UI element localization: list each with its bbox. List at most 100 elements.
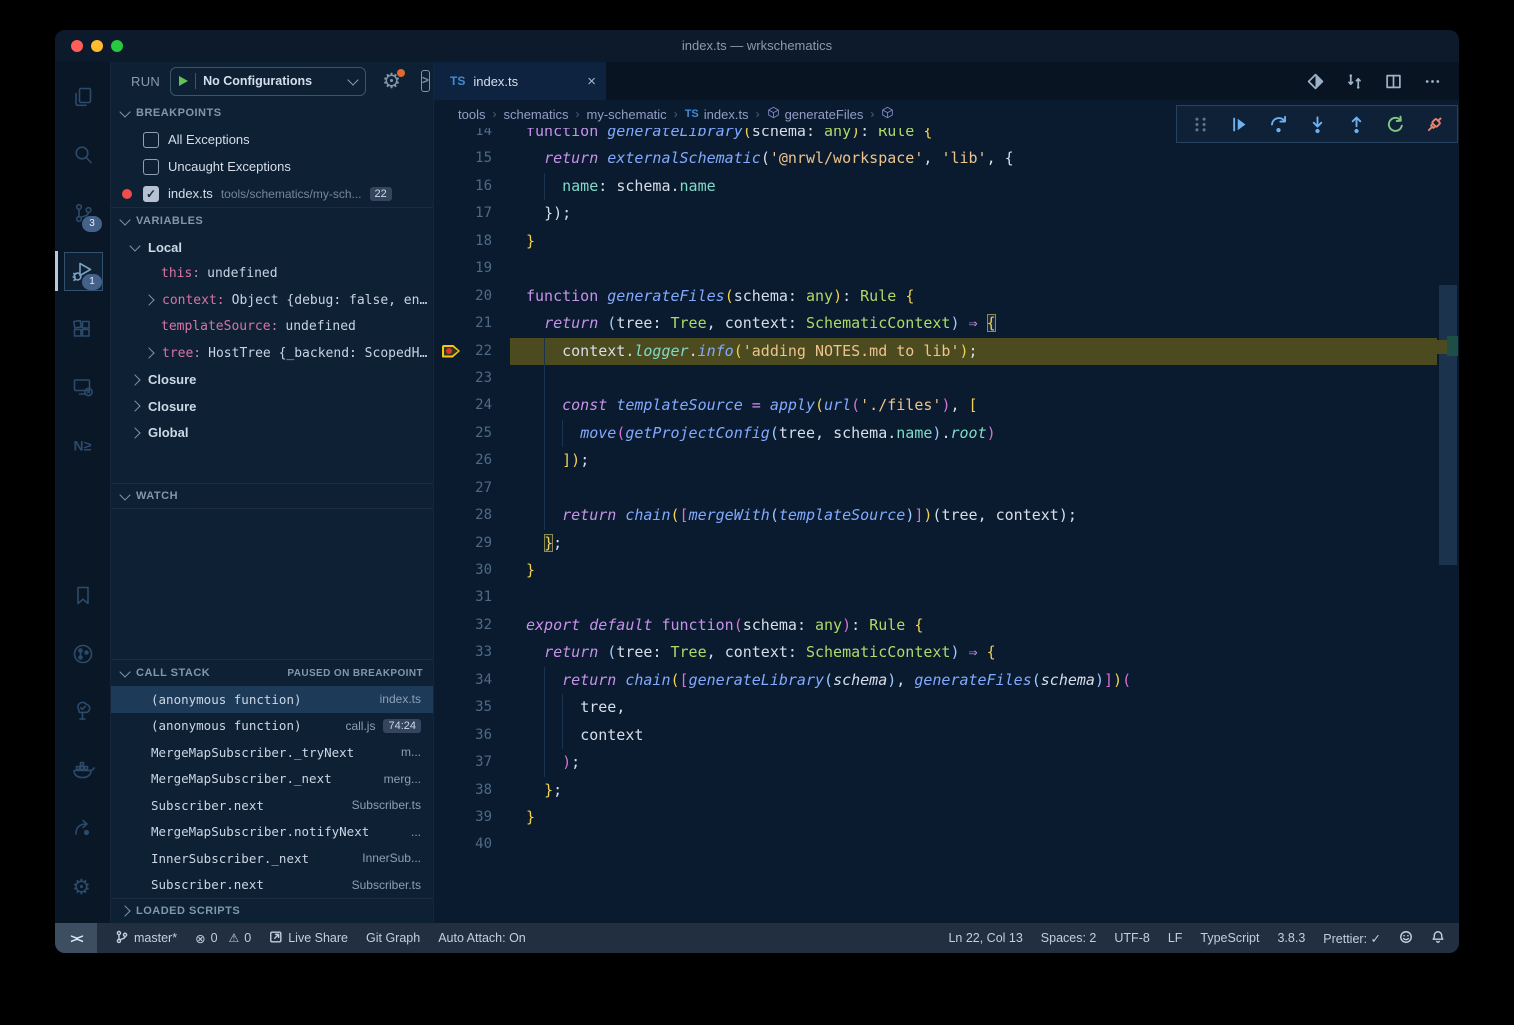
line-number-gutter[interactable]: 35 [434,694,510,721]
watch-section-header[interactable]: WATCH [111,483,433,509]
start-debug-icon[interactable] [179,76,188,86]
git-graph-status[interactable]: Git Graph [366,923,420,953]
line-number-gutter[interactable]: 29 [434,530,510,557]
code-editor[interactable]: 14function generateLibrary(schema: any):… [434,128,1459,923]
step-into-button[interactable] [1302,110,1332,138]
variable-scope-row[interactable]: Closure [111,393,433,420]
git-branch[interactable]: master* [115,923,177,953]
line-number-gutter[interactable]: 28 [434,502,510,529]
breakpoint-row[interactable]: All Exceptions [111,126,433,153]
call-stack-frame[interactable]: MergeMapSubscriber._tryNextm... [111,739,433,766]
loaded-scripts-section-header[interactable]: LOADED SCRIPTS [111,898,433,923]
bookmarks-icon[interactable] [55,567,110,625]
breadcrumb-item[interactable]: tools [458,107,485,122]
breadcrumb-item[interactable]: TSindex.ts [685,107,749,122]
variables-section-header[interactable]: VARIABLES [111,207,433,234]
variable-scope-row[interactable]: Global [111,420,433,447]
line-number-gutter[interactable]: 38 [434,777,510,804]
language-mode[interactable]: TypeScript [1200,923,1259,953]
line-number-gutter[interactable]: 32 [434,612,510,639]
docker-icon[interactable] [55,741,110,799]
step-over-button[interactable] [1263,110,1293,138]
call-stack-frame[interactable]: InnerSubscriber._nextInnerSub... [111,845,433,872]
remote-indicator[interactable]: >< [55,923,97,953]
line-number-gutter[interactable]: 33 [434,639,510,666]
variable-row[interactable]: templateSource:undefined [111,314,433,341]
problems[interactable]: ⊗0⚠0 [195,923,251,953]
nx-console-icon[interactable]: N≥ [55,416,110,474]
call-stack-frame[interactable]: Subscriber.nextSubscriber.ts [111,792,433,819]
breakpoint-checkbox[interactable]: ✓ [143,186,159,202]
notifications-bell-icon[interactable] [1431,923,1445,953]
line-number-gutter[interactable]: 17 [434,200,510,227]
encoding[interactable]: UTF-8 [1114,923,1149,953]
line-number-gutter[interactable]: 19 [434,255,510,282]
variable-row[interactable]: context:Object {debug: false, en… [111,287,433,314]
extensions-icon[interactable] [55,300,110,358]
call-stack-frame[interactable]: MergeMapSubscriber.notifyNext... [111,819,433,846]
line-number-gutter[interactable]: 27 [434,475,510,502]
auto-attach[interactable]: Auto Attach: On [438,923,526,953]
debug-console-icon[interactable]: > [421,70,430,92]
eol[interactable]: LF [1168,923,1183,953]
more-actions-icon[interactable] [1424,73,1441,90]
line-number-gutter[interactable]: 30 [434,557,510,584]
current-statement-breakpoint-icon[interactable] [442,345,460,358]
line-number-gutter[interactable]: 37 [434,749,510,776]
line-number-gutter[interactable]: 16 [434,173,510,200]
git-graph-icon[interactable] [55,625,110,683]
remote-explorer-icon[interactable] [55,358,110,416]
feedback-icon[interactable] [1399,923,1413,953]
variable-scope-row[interactable]: Local [111,234,433,261]
call-stack-section-header[interactable]: CALL STACK PAUSED ON BREAKPOINT [111,659,433,686]
variable-row[interactable]: this:undefined [111,261,433,288]
line-number-gutter[interactable]: 26 [434,447,510,474]
restart-button[interactable] [1380,110,1410,138]
call-stack-frame[interactable]: (anonymous function)call.js74:24 [111,713,433,740]
line-number-gutter[interactable]: 15 [434,145,510,172]
call-stack-frame[interactable]: (anonymous function)index.ts [111,686,433,713]
variable-row[interactable]: tree:HostTree {_backend: ScopedH… [111,340,433,367]
line-number-gutter[interactable]: 36 [434,722,510,749]
breakpoint-checkbox[interactable] [143,132,159,148]
test-explorer-icon[interactable] [55,683,110,741]
call-stack-frame[interactable]: MergeMapSubscriber._nextmerg... [111,766,433,793]
line-number-gutter[interactable]: 24 [434,392,510,419]
indentation[interactable]: Spaces: 2 [1041,923,1097,953]
editor-scrollbar[interactable] [1439,285,1457,565]
drag-handle[interactable] [1185,110,1215,138]
cursor-position[interactable]: Ln 22, Col 13 [948,923,1022,953]
breakpoint-checkbox[interactable] [143,159,159,175]
breadcrumb-item[interactable] [881,106,899,122]
close-tab-icon[interactable]: × [587,73,596,90]
line-number-gutter[interactable]: 18 [434,228,510,255]
breakpoint-row[interactable]: ✓index.tstools/schematics/my-sch...22 [111,180,433,207]
launch-configuration-dropdown[interactable]: No Configurations [170,67,366,96]
line-number-gutter[interactable]: 22 [434,338,510,365]
line-number-gutter[interactable]: 40 [434,831,510,858]
line-number-gutter[interactable]: 34 [434,667,510,694]
run-debug-icon[interactable]: 1 [55,242,110,300]
tab-index-ts[interactable]: TS index.ts × [434,62,606,100]
source-control-icon[interactable]: 3 [55,184,110,242]
prettier[interactable]: Prettier: ✓ [1323,923,1381,953]
call-stack-frame[interactable]: Subscriber.nextSubscriber.ts [111,872,433,899]
disconnect-button[interactable] [1419,110,1449,138]
explorer-icon[interactable] [55,68,110,126]
line-number-gutter[interactable]: 21 [434,310,510,337]
breadcrumb-item[interactable]: schematics [503,107,568,122]
continue-button[interactable] [1224,110,1254,138]
line-number-gutter[interactable]: 39 [434,804,510,831]
step-out-button[interactable] [1341,110,1371,138]
line-number-gutter[interactable]: 20 [434,283,510,310]
compare-icon[interactable] [1346,73,1363,90]
breakpoint-row[interactable]: Uncaught Exceptions [111,153,433,180]
search-icon[interactable] [55,126,110,184]
variable-scope-row[interactable]: Closure [111,367,433,394]
line-number-gutter[interactable]: 14 [434,128,510,145]
breakpoints-section-header[interactable]: BREAKPOINTS [111,100,433,126]
breadcrumb-item[interactable]: my-schematic [587,107,667,122]
live-share[interactable]: Live Share [269,923,348,953]
line-number-gutter[interactable]: 31 [434,584,510,611]
share-icon[interactable] [55,799,110,857]
